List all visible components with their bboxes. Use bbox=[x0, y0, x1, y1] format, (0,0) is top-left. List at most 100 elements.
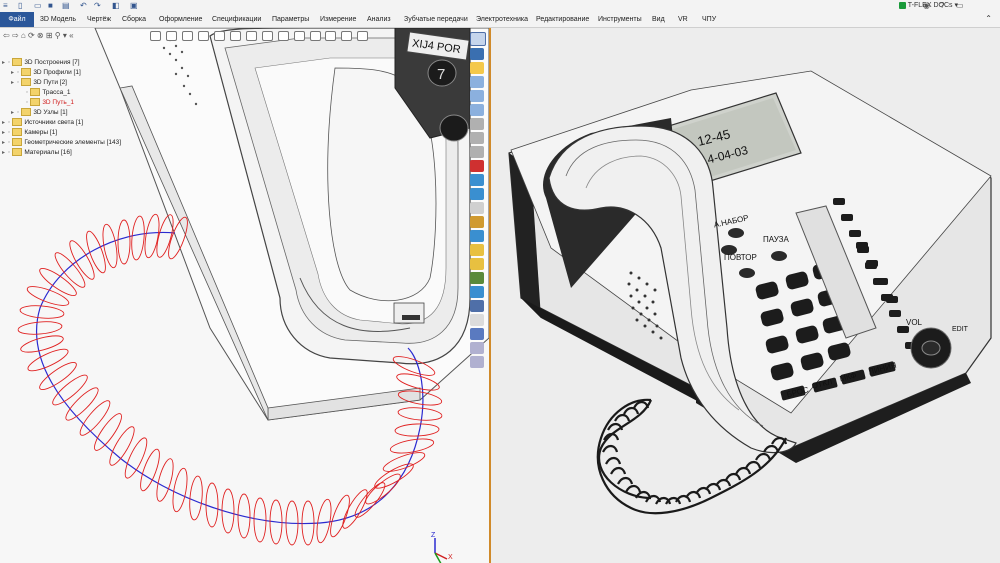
menu-cnc[interactable]: ЧПУ bbox=[702, 12, 716, 27]
display-icon[interactable] bbox=[470, 300, 484, 312]
visibility-icon[interactable]: ◦ bbox=[8, 129, 10, 136]
tree-item[interactable]: ▸ ◦ Камеры [1] bbox=[2, 128, 122, 138]
section-icon[interactable] bbox=[229, 31, 241, 41]
print-icon[interactable]: ▤ bbox=[62, 1, 70, 11]
filter-icon[interactable]: ⚲ bbox=[55, 31, 61, 40]
visibility-icon[interactable]: ◦ bbox=[8, 59, 10, 66]
zoom-out-icon[interactable] bbox=[470, 90, 484, 102]
layers-icon[interactable] bbox=[470, 272, 484, 284]
save-icon[interactable]: ■ bbox=[48, 1, 53, 11]
visibility-icon[interactable]: ◦ bbox=[26, 89, 28, 96]
box-icon[interactable] bbox=[165, 31, 177, 41]
visibility-icon[interactable]: ◦ bbox=[8, 119, 10, 126]
tree-item[interactable]: ▸ ◦ Геометрические элементы [143] bbox=[2, 138, 122, 148]
view-front-icon[interactable] bbox=[245, 31, 257, 41]
tree-item[interactable]: ◦ 3D Путь_1 bbox=[2, 98, 122, 108]
eye-icon[interactable]: ◉ bbox=[923, 1, 930, 11]
undo-icon[interactable]: ↶ bbox=[80, 1, 87, 11]
section-view-icon[interactable] bbox=[470, 216, 484, 228]
open-folder-icon[interactable]: ▭ bbox=[34, 1, 42, 11]
menu-icon[interactable]: ≡ bbox=[3, 1, 8, 11]
camera-icon[interactable] bbox=[325, 31, 337, 41]
view-top-icon[interactable] bbox=[261, 31, 273, 41]
ribbon-collapse-icon[interactable]: ⌃ bbox=[985, 14, 992, 23]
visibility-icon[interactable]: ◦ bbox=[17, 109, 19, 116]
repeat-button[interactable] bbox=[739, 268, 755, 278]
new-document-icon[interactable]: ▯ bbox=[18, 1, 22, 11]
stop-icon[interactable]: ⊗ bbox=[37, 31, 44, 40]
redial-button[interactable] bbox=[728, 228, 744, 238]
menu-measure[interactable]: Измерение bbox=[320, 12, 356, 27]
pan-icon[interactable] bbox=[470, 32, 486, 46]
clip-icon[interactable] bbox=[470, 328, 484, 340]
view-side-icon[interactable] bbox=[293, 31, 305, 41]
menu-drawing[interactable]: Чертёж bbox=[87, 12, 111, 27]
material-icon[interactable] bbox=[357, 31, 369, 41]
dropdown-icon[interactable]: ▾ bbox=[63, 31, 67, 40]
render-icon[interactable]: ◧ bbox=[112, 1, 120, 11]
view-iso-icon[interactable] bbox=[277, 31, 289, 41]
select-icon[interactable] bbox=[150, 31, 161, 41]
tree-item[interactable]: ▸ ◦ 3D Профили [1] bbox=[2, 68, 122, 78]
filter-icon[interactable] bbox=[181, 31, 193, 41]
visibility-icon[interactable]: ◦ bbox=[8, 149, 10, 156]
expand-icon[interactable]: ⊞ bbox=[46, 31, 53, 40]
menu-vr[interactable]: VR bbox=[678, 12, 688, 27]
pause-button[interactable] bbox=[771, 251, 787, 261]
menu-file[interactable]: Файл bbox=[0, 12, 34, 27]
redo-icon[interactable]: ↷ bbox=[94, 1, 101, 11]
perspective-icon[interactable] bbox=[470, 314, 484, 326]
shading-icon[interactable] bbox=[197, 31, 209, 41]
fly-icon[interactable] bbox=[470, 146, 484, 158]
menu-analysis[interactable]: Анализ bbox=[367, 12, 391, 27]
forward-icon[interactable]: ⇨ bbox=[12, 31, 19, 40]
rotate-icon[interactable] bbox=[470, 48, 484, 60]
menu-design[interactable]: Оформление bbox=[159, 12, 202, 27]
right-viewport[interactable]: 12-45 2014-04-03 А.НАБОР ПОВТОР ПАУЗА БР… bbox=[491, 28, 1000, 563]
menu-3d-model[interactable]: 3D Модель bbox=[40, 12, 76, 27]
visibility-icon[interactable]: ◦ bbox=[26, 99, 28, 106]
tree-item[interactable]: ▸ ◦ Материалы [16] bbox=[2, 148, 122, 158]
box-view-icon[interactable] bbox=[470, 174, 484, 186]
menu-assembly[interactable]: Сборка bbox=[122, 12, 146, 27]
refresh-icon[interactable]: ⟳ bbox=[28, 31, 35, 40]
menu-specifications[interactable]: Спецификации bbox=[212, 12, 261, 27]
screen-icon[interactable]: ▣ bbox=[130, 1, 138, 11]
tree-item[interactable]: ▸ ◦ 3D Построения [7] bbox=[2, 58, 122, 68]
tree-item[interactable]: ▸ ◦ 3D Пути [2] bbox=[2, 78, 122, 88]
tree-item[interactable]: ▸ ◦ Источники света [1] bbox=[2, 118, 122, 128]
zoom-in-icon[interactable] bbox=[470, 76, 484, 88]
menu-view[interactable]: Вид bbox=[652, 12, 665, 27]
visibility-icon[interactable]: ◦ bbox=[17, 69, 19, 76]
zoom-fit-icon[interactable] bbox=[470, 104, 484, 116]
materials-icon[interactable] bbox=[470, 286, 484, 298]
menu-edit[interactable]: Редактирование bbox=[536, 12, 589, 27]
render-mode-icon[interactable] bbox=[470, 230, 484, 242]
left-viewport[interactable]: XIJ4 POR 7 Z X ⇦ ⇨ ⌂ ⟳ ⊗ ⊞ ⚲ ▾ « ▸ ◦ 3D … bbox=[0, 28, 491, 563]
collapse-panel-icon[interactable]: « bbox=[69, 31, 73, 40]
hidden-lines-icon[interactable] bbox=[470, 202, 484, 214]
visibility-icon[interactable]: ◦ bbox=[8, 139, 10, 146]
menu-parameters[interactable]: Параметры bbox=[272, 12, 309, 27]
light-icon[interactable] bbox=[470, 244, 484, 256]
menu-gears[interactable]: Зубчатые передачи bbox=[404, 12, 468, 27]
help-icon[interactable]: ? bbox=[940, 1, 944, 11]
tree-item[interactable]: ◦ Трасса_1 bbox=[2, 88, 122, 98]
cube-icon[interactable] bbox=[470, 188, 484, 200]
tree-item[interactable]: ▸ ◦ 3D Узлы [1] bbox=[2, 108, 122, 118]
home-icon[interactable]: ⌂ bbox=[21, 31, 26, 40]
scene-icon[interactable] bbox=[470, 258, 484, 270]
color-icon[interactable] bbox=[341, 31, 353, 41]
magnet-icon[interactable] bbox=[470, 62, 484, 74]
measure-icon[interactable] bbox=[470, 160, 484, 172]
wireframe-icon[interactable] bbox=[213, 31, 225, 41]
menu-electrical[interactable]: Электротехника bbox=[476, 12, 528, 27]
lights-icon[interactable] bbox=[309, 31, 321, 41]
back-icon[interactable]: ⇦ bbox=[3, 31, 10, 40]
orbit-icon[interactable] bbox=[470, 118, 484, 130]
window-icon[interactable]: ▭ bbox=[956, 1, 964, 11]
text-style-icon[interactable] bbox=[470, 356, 484, 368]
menu-tools[interactable]: Инструменты bbox=[598, 12, 642, 27]
walk-icon[interactable] bbox=[470, 132, 484, 144]
visibility-icon[interactable]: ◦ bbox=[17, 79, 19, 86]
